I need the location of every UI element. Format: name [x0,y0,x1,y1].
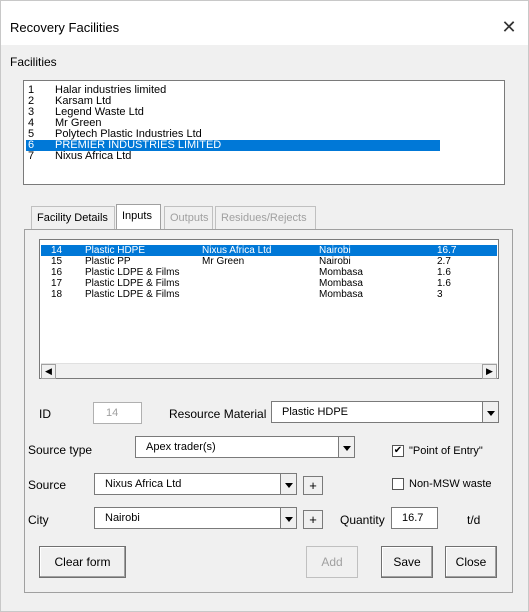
tab-outputs[interactable]: Outputs [164,206,213,230]
point-of-entry-label: "Point of Entry" [409,445,483,457]
scroll-right-icon[interactable]: ▶ [482,364,497,379]
chevron-down-icon[interactable] [280,474,296,494]
window-title: Recovery Facilities [10,20,120,35]
inputs-row[interactable]: 17 Plastic LDPE & Films Mombasa 1.6 [41,278,497,289]
add-city-button[interactable]: + [303,510,323,529]
inputs-panel: 14 Plastic HDPE Nixus Africa Ltd Nairobi… [24,229,513,593]
chevron-down-icon[interactable] [482,402,498,422]
horizontal-scrollbar[interactable]: ◀ ▶ [41,363,497,379]
chevron-down-icon[interactable] [338,437,354,457]
city-label: City [28,513,49,527]
resource-material-dropdown[interactable]: Plastic HDPE [271,401,499,423]
tab-inputs[interactable]: Inputs [116,204,161,231]
non-msw-label: Non-MSW waste [409,478,492,490]
source-type-dropdown[interactable]: Apex trader(s) [135,436,355,458]
close-button[interactable]: Close [445,546,497,578]
recovery-facilities-window: Recovery Facilities ✕ Facilities 1 Halar … [0,0,529,612]
quantity-field[interactable]: 16.7 [391,507,438,529]
resource-material-value: Plastic HDPE [282,406,349,418]
source-value: Nixus Africa Ltd [105,478,182,490]
quantity-unit: t/d [467,513,481,527]
quantity-label: Quantity [340,513,385,527]
facilities-label: Facilities [10,55,57,69]
close-icon[interactable]: ✕ [497,15,521,39]
add-button[interactable]: Add [306,546,358,578]
tab-residues-rejects[interactable]: Residues/Rejects [215,206,316,230]
save-button[interactable]: Save [381,546,433,578]
inputs-row[interactable]: 16 Plastic LDPE & Films Mombasa 1.6 [41,267,497,278]
title-bar: Recovery Facilities ✕ [1,1,528,45]
city-dropdown[interactable]: Nairobi [94,507,297,529]
source-label: Source [28,478,67,492]
source-type-value: Apex trader(s) [146,441,216,453]
tab-facility-details[interactable]: Facility Details [31,206,115,230]
id-label: ID [39,407,51,421]
scroll-left-icon[interactable]: ◀ [41,364,56,379]
city-value: Nairobi [105,512,140,524]
id-field[interactable]: 14 [93,402,142,424]
add-source-button[interactable]: + [303,476,323,495]
inputs-row[interactable]: 18 Plastic LDPE & Films Mombasa 3 [41,289,497,300]
inputs-row[interactable]: 15 Plastic PP Mr Green Nairobi 2.7 [41,256,497,267]
inputs-list[interactable]: 14 Plastic HDPE Nixus Africa Ltd Nairobi… [39,239,499,379]
facilities-list[interactable]: 1 Halar industries limited 2 Karsam Ltd 3L… [23,80,505,185]
source-type-label: Source type [28,443,93,457]
clear-form-button[interactable]: Clear form [39,546,126,578]
point-of-entry-checkbox[interactable]: ✔ [392,445,404,457]
resource-material-label: Resource Material [169,407,267,421]
source-dropdown[interactable]: Nixus Africa Ltd [94,473,297,495]
non-msw-checkbox[interactable] [392,478,404,490]
facility-item[interactable]: 7 Nixus Africa Ltd [26,151,440,162]
chevron-down-icon[interactable] [280,508,296,528]
inputs-row-selected[interactable]: 14 Plastic HDPE Nixus Africa Ltd Nairobi… [41,245,497,256]
